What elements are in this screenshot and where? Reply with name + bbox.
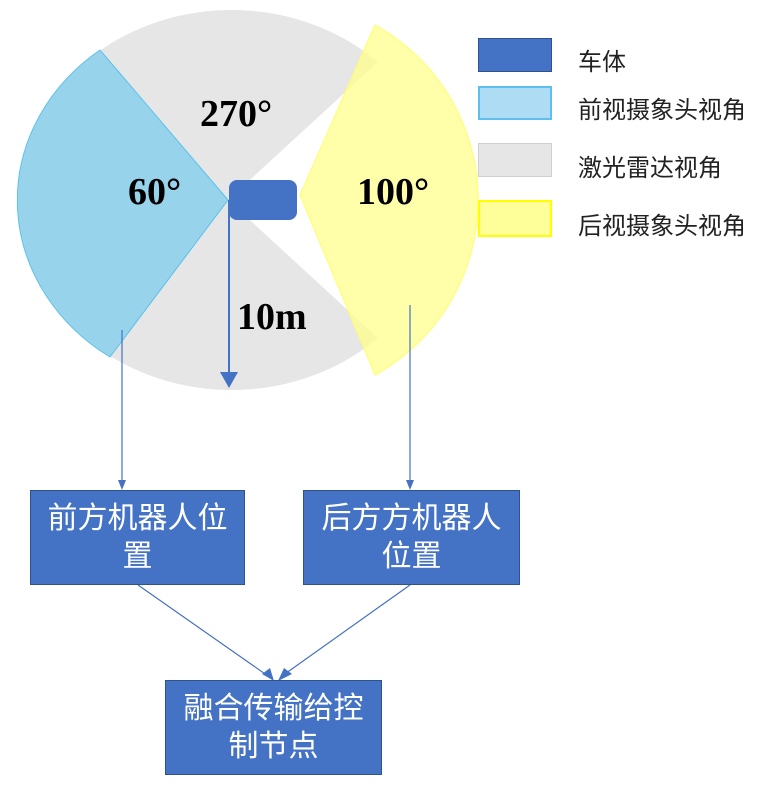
rear-robot-position-node: 后方方机器人位置 [303, 490, 520, 585]
legend-swatch-front-camera [478, 86, 552, 120]
vehicle-body [229, 180, 297, 220]
fusion-control-node: 融合传输给控制节点 [165, 680, 382, 775]
rear-angle-label: 100° [357, 171, 430, 213]
legend-label-vehicle: 车体 [578, 48, 626, 76]
front-connector-head [118, 480, 126, 490]
front-robot-position-node: 前方机器人位置 [30, 490, 245, 585]
range-label: 10m [237, 296, 307, 338]
legend-swatch-rear-camera [478, 200, 552, 237]
rear-connector-head [406, 480, 414, 490]
legend-label-lidar: 激光雷达视角 [578, 154, 722, 182]
rear-to-fusion-line [281, 584, 411, 677]
legend-swatch-lidar [478, 143, 552, 177]
diagram-canvas: 270° 60° 100° 10m 车体 前视摄象头视角 激光雷达视角 后视摄象… [0, 0, 777, 790]
legend-swatch-vehicle [478, 38, 552, 72]
front-to-fusion-line [137, 584, 269, 677]
legend-label-front-camera: 前视摄象头视角 [578, 96, 746, 124]
lidar-angle-label: 270° [200, 93, 273, 135]
legend-label-rear-camera: 后视摄象头视角 [578, 212, 746, 240]
front-angle-label: 60° [128, 171, 182, 213]
